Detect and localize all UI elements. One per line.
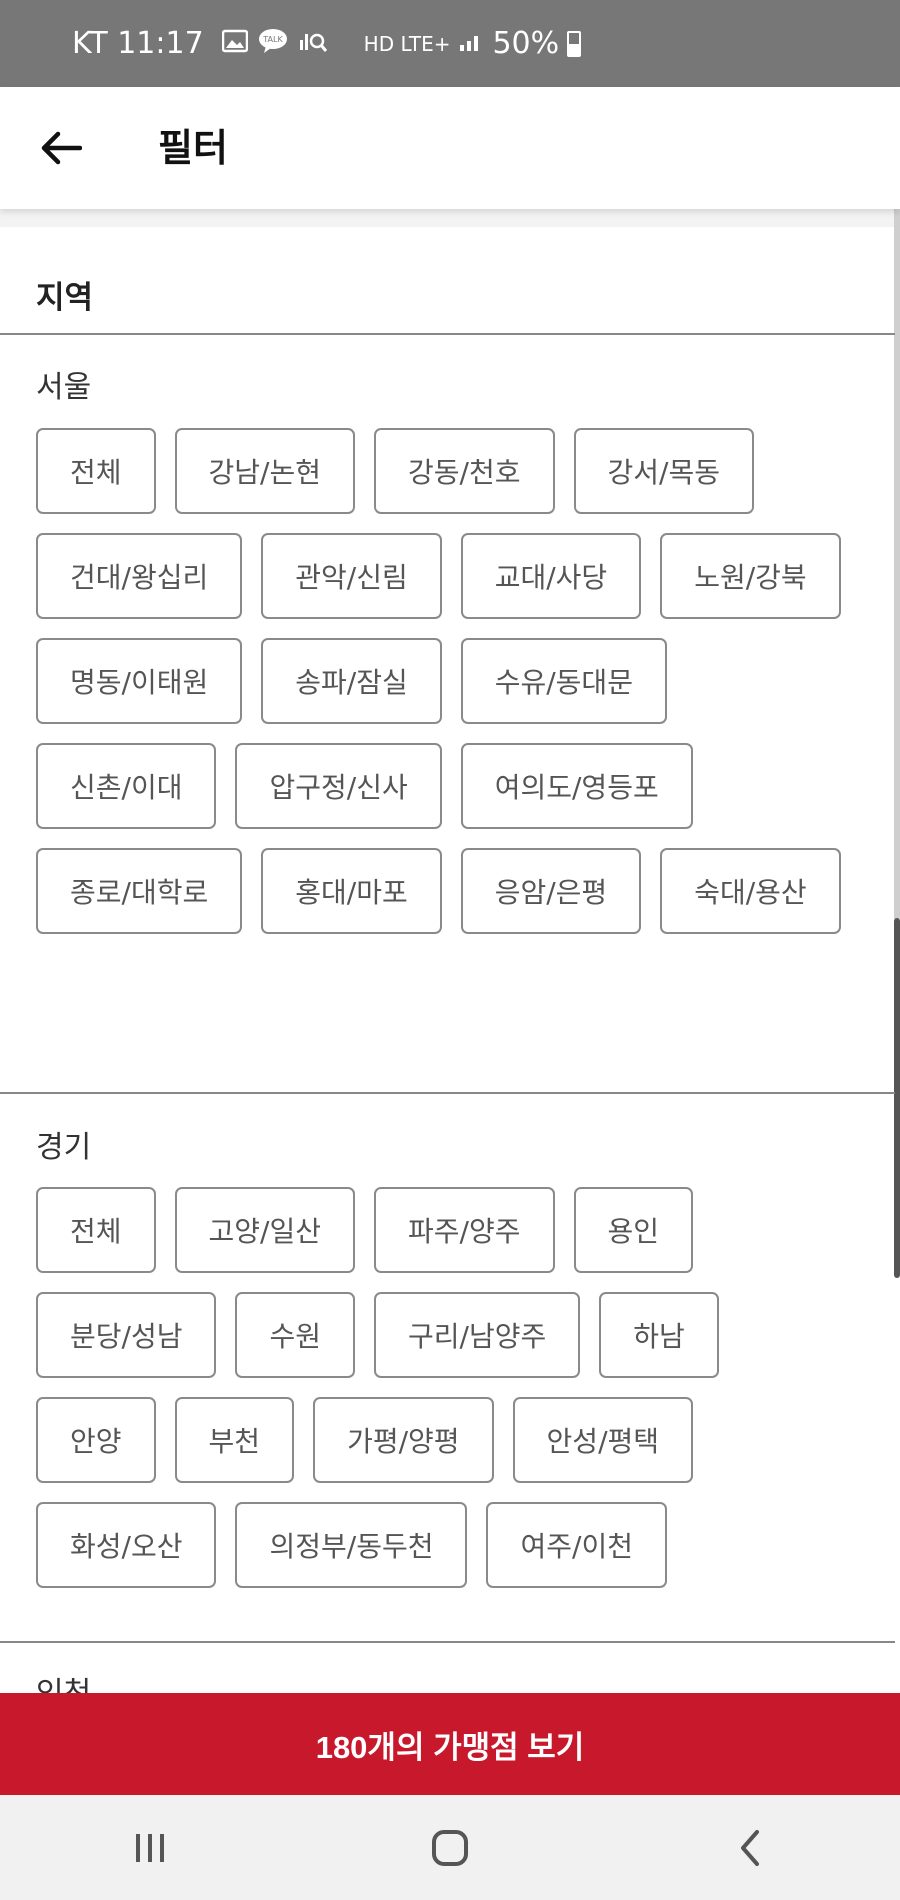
- chip[interactable]: 교대/사당: [460, 533, 642, 619]
- signal-icon: [458, 29, 484, 58]
- battery-percent: 50%: [492, 26, 560, 61]
- search-chart-icon: [298, 28, 328, 59]
- page-title: 필터: [158, 126, 228, 170]
- group-label-seoul: 서울: [36, 370, 92, 405]
- chip[interactable]: 송파/잠실: [261, 638, 442, 724]
- chip[interactable]: 파주/양주: [374, 1187, 555, 1273]
- carrier-time: KT 11:17: [72, 26, 204, 61]
- chip[interactable]: 강남/논현: [174, 428, 356, 514]
- svg-text:TALK: TALK: [262, 35, 283, 44]
- chip[interactable]: 안성/평택: [512, 1397, 694, 1483]
- divider: [0, 333, 895, 335]
- chip[interactable]: 여의도/영등포: [460, 743, 693, 829]
- chip[interactable]: 의정부/동두천: [235, 1502, 468, 1588]
- chip-list-seoul: 전체 강남/논현 강동/천호 강서/목동 건대/왕십리 관악/신림 교대/사당 …: [36, 428, 856, 934]
- chip[interactable]: 가평/양평: [313, 1397, 494, 1483]
- recents-icon: [136, 1833, 164, 1862]
- chip[interactable]: 숙대/용산: [660, 848, 841, 934]
- app-bar: 필터: [0, 87, 900, 209]
- talk-icon: TALK: [258, 28, 288, 59]
- home-button[interactable]: [390, 1808, 510, 1888]
- chip[interactable]: 안양: [36, 1397, 156, 1483]
- home-icon: [432, 1829, 468, 1866]
- network-indicator: HD LTE+: [363, 31, 451, 56]
- chip[interactable]: 분당/성남: [36, 1292, 217, 1378]
- chip[interactable]: 여주/이천: [486, 1502, 667, 1588]
- chip[interactable]: 수유/동대문: [460, 638, 667, 724]
- chip[interactable]: 압구정/신사: [235, 743, 442, 829]
- chip[interactable]: 건대/왕십리: [36, 533, 243, 619]
- chip-list-gyeonggi: 전체 고양/일산 파주/양주 용인 분당/성남 수원 구리/남양주 하남 안양 …: [36, 1187, 856, 1588]
- divider: [0, 1092, 895, 1094]
- arrow-left-icon: [41, 131, 82, 165]
- chip[interactable]: 전체: [36, 1187, 156, 1273]
- chip[interactable]: 부천: [174, 1397, 295, 1483]
- chip[interactable]: 하남: [599, 1292, 719, 1378]
- gallery-icon: [221, 29, 248, 58]
- view-stores-button[interactable]: 180개의 가맹점 보기: [0, 1693, 900, 1795]
- chip[interactable]: 응암/은평: [460, 848, 642, 934]
- group-label-gyeonggi: 경기: [36, 1130, 92, 1165]
- scrollbar-track[interactable]: [894, 209, 900, 919]
- divider: [0, 1641, 895, 1643]
- battery-icon: [567, 30, 582, 57]
- back-button[interactable]: [38, 125, 84, 171]
- chip[interactable]: 전체: [36, 428, 156, 514]
- section-title-region: 지역: [36, 280, 94, 316]
- chip[interactable]: 관악/신림: [261, 533, 442, 619]
- header-shadow: [0, 209, 900, 227]
- chip[interactable]: 고양/일산: [174, 1187, 356, 1273]
- chip[interactable]: 용인: [573, 1187, 694, 1273]
- recents-button[interactable]: [90, 1808, 210, 1888]
- chevron-left-icon: [741, 1829, 759, 1866]
- system-back-button[interactable]: [690, 1808, 810, 1888]
- chip[interactable]: 종로/대학로: [36, 848, 243, 934]
- chip[interactable]: 신촌/이대: [36, 743, 217, 829]
- chip[interactable]: 강서/목동: [573, 428, 754, 514]
- chip[interactable]: 구리/남양주: [374, 1292, 581, 1378]
- chip[interactable]: 강동/천호: [374, 428, 555, 514]
- chip[interactable]: 명동/이태원: [36, 638, 243, 724]
- chip[interactable]: 화성/오산: [36, 1502, 217, 1588]
- chip[interactable]: 수원: [235, 1292, 356, 1378]
- status-bar: KT 11:17 TALK HD LTE+ 50%: [0, 0, 900, 87]
- chip[interactable]: 홍대/마포: [261, 848, 442, 934]
- scrollbar-thumb[interactable]: [894, 918, 900, 1278]
- system-nav-bar: [0, 1795, 900, 1900]
- chip[interactable]: 노원/강북: [660, 533, 841, 619]
